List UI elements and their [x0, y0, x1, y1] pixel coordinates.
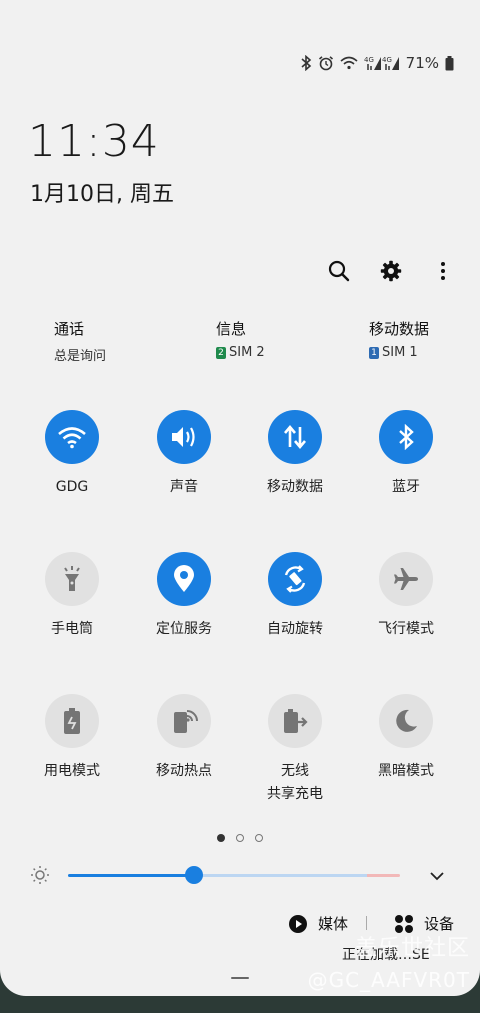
bluetooth-icon — [300, 55, 312, 71]
sim-calls[interactable]: 通话 总是询问 — [54, 318, 106, 364]
sim-calls-title: 通话 — [54, 320, 85, 338]
bluetooth-icon[interactable] — [379, 410, 433, 464]
watermark-community: 盖乐世社区 — [354, 936, 470, 961]
mobile-data-icon[interactable] — [268, 410, 322, 464]
page-dot-1[interactable] — [217, 834, 225, 842]
power-mode-icon[interactable] — [45, 694, 99, 748]
quick-panel: 4G 4G 71% 11:34 1月10日, 周五 通话 总是询问 信息 2 S… — [0, 0, 480, 996]
wifi-icon[interactable] — [45, 410, 99, 464]
tile-label: 自动旋转 — [267, 621, 323, 637]
tile-wifi[interactable]: GDG — [16, 410, 128, 499]
sim-data-title: 移动数据 — [369, 320, 430, 338]
flashlight-icon[interactable] — [45, 552, 99, 606]
tile-auto-rotate[interactable]: 自动旋转 — [239, 552, 351, 641]
chevron-down-icon[interactable] — [430, 866, 444, 885]
tile-label: 飞行模式 — [378, 621, 434, 637]
4g-signal-icon: 4G 4G — [364, 55, 400, 71]
settings-icon[interactable] — [378, 258, 404, 284]
brightness-slider[interactable] — [68, 874, 400, 877]
tile-airplane[interactable]: 飞行模式 — [350, 552, 462, 641]
dark-mode-icon[interactable] — [379, 694, 433, 748]
brightness-sun-icon — [30, 865, 50, 889]
panel-toolbar — [326, 258, 456, 284]
svg-text:4G: 4G — [382, 56, 392, 64]
sim-messages[interactable]: 信息 2 SIM 2 — [216, 318, 265, 360]
auto-rotate-icon[interactable] — [268, 552, 322, 606]
tile-hotspot[interactable]: 移动热点 — [128, 694, 240, 783]
sim2-badge-icon: 2 — [216, 346, 226, 359]
watermark-user: @GC_AAFVR0T — [307, 968, 470, 992]
tile-bluetooth[interactable]: 蓝牙 — [350, 410, 462, 499]
drag-handle[interactable] — [231, 977, 249, 979]
tile-label: 用电模式 — [44, 763, 100, 779]
clock-time[interactable]: 11:34 — [28, 116, 160, 167]
tile-label: 手电筒 — [51, 621, 93, 637]
tile-flashlight[interactable]: 手电筒 — [16, 552, 128, 641]
location-icon[interactable] — [157, 552, 211, 606]
tile-label: 黑暗模式 — [378, 763, 434, 779]
page-dot-2[interactable] — [236, 834, 244, 842]
tile-location[interactable]: 定位服务 — [128, 552, 240, 641]
tile-wireless-powershare[interactable]: 无线 共享充电 — [239, 694, 351, 806]
tile-sound[interactable]: 声音 — [128, 410, 240, 499]
brightness-thumb[interactable] — [185, 866, 204, 884]
alarm-icon — [318, 55, 334, 71]
sim1-badge-icon: 1 — [369, 346, 379, 359]
play-icon — [289, 914, 307, 933]
tile-dark-mode[interactable]: 黑暗模式 — [350, 694, 462, 783]
battery-icon — [445, 55, 454, 71]
sound-icon[interactable] — [157, 410, 211, 464]
media-label: 媒体 — [318, 915, 349, 933]
tile-label: 蓝牙 — [392, 479, 420, 495]
tile-label: 声音 — [170, 479, 198, 495]
divider — [366, 916, 367, 930]
more-options-icon[interactable] — [430, 258, 456, 284]
search-icon[interactable] — [326, 258, 352, 284]
tile-label: 移动热点 — [156, 763, 212, 779]
sim-messages-value: SIM 2 — [229, 345, 265, 360]
hotspot-icon[interactable] — [157, 694, 211, 748]
wifi-icon — [340, 56, 358, 70]
sim-data-value: SIM 1 — [382, 345, 418, 360]
clock-date[interactable]: 1月10日, 周五 — [30, 176, 174, 208]
media-button[interactable]: 媒体 — [288, 913, 348, 934]
tile-power-mode[interactable]: 用电模式 — [16, 694, 128, 783]
battery-percent: 71% — [405, 54, 439, 72]
tile-label: 无线 共享充电 — [267, 763, 323, 802]
sim-messages-title: 信息 — [216, 320, 247, 338]
sim-calls-value: 总是询问 — [54, 349, 107, 364]
sim-mobile-data[interactable]: 移动数据 1 SIM 1 — [369, 318, 429, 360]
tile-label: 移动数据 — [267, 479, 323, 495]
tile-label: 定位服务 — [156, 621, 212, 637]
tile-mobile-data[interactable]: 移动数据 — [239, 410, 351, 499]
wireless-powershare-icon[interactable] — [268, 694, 322, 748]
status-bar: 4G 4G 71% — [300, 52, 454, 74]
airplane-icon[interactable] — [379, 552, 433, 606]
brightness-control — [0, 858, 480, 892]
sim-settings-row: 通话 总是询问 信息 2 SIM 2 移动数据 1 SIM 1 — [0, 318, 480, 368]
page-dot-3[interactable] — [255, 834, 263, 842]
svg-text:4G: 4G — [364, 56, 374, 64]
tile-label: GDG — [55, 479, 89, 495]
page-indicator — [0, 834, 480, 842]
